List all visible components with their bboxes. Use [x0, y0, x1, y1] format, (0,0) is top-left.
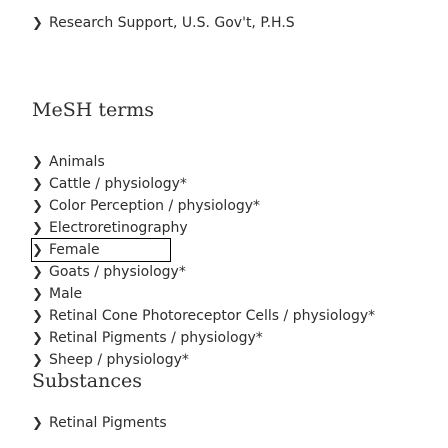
chevron-right-icon: ❯ — [32, 265, 43, 280]
chevron-right-icon: ❯ — [32, 416, 43, 431]
chevron-right-icon: ❯ — [32, 199, 43, 214]
chevron-right-icon: ❯ — [32, 155, 43, 170]
mesh-terms-heading: MeSH terms — [32, 99, 155, 121]
chevron-right-icon: ❯ — [32, 177, 43, 192]
publication-type-label: Research Support, U.S. Gov't, P.H.S — [49, 15, 295, 31]
chevron-right-icon: ❯ — [32, 309, 43, 324]
chevron-right-icon: ❯ — [32, 16, 43, 31]
publication-type-item[interactable]: ❯ Research Support, U.S. Gov't, P.H.S — [32, 15, 295, 31]
mesh-term-cattle[interactable]: ❯ Cattle / physiology* — [32, 173, 375, 195]
mesh-term-label: Male — [49, 286, 83, 302]
mesh-term-color-perception[interactable]: ❯ Color Perception / physiology* — [32, 195, 375, 217]
mesh-term-sheep[interactable]: ❯ Sheep / physiology* — [32, 349, 375, 371]
substances-heading: Substances — [32, 370, 143, 392]
chevron-right-icon: ❯ — [32, 331, 43, 346]
mesh-term-label: Goats / physiology* — [49, 264, 186, 280]
mesh-term-male[interactable]: ❯ Male — [32, 283, 375, 305]
mesh-terms-list: ❯ Animals ❯ Cattle / physiology* ❯ Color Pe… — [31, 151, 375, 371]
mesh-term-label: Cattle / physiology* — [49, 176, 187, 192]
substance-label: Retinal Pigments — [49, 415, 167, 431]
mesh-term-label: Sheep / physiology* — [49, 352, 189, 368]
mesh-term-label: Retinal Pigments / physiology* — [49, 330, 263, 346]
mesh-term-label: Retinal Cone Photoreceptor Cells / physi… — [49, 308, 376, 324]
chevron-right-icon: ❯ — [32, 353, 43, 368]
mesh-term-electroretinography[interactable]: ❯ Electroretinography — [32, 217, 375, 239]
mesh-term-label: Animals — [49, 154, 105, 170]
mesh-term-retinal-pigments[interactable]: ❯ Retinal Pigments / physiology* — [32, 327, 375, 349]
mesh-term-label: Electroretinography — [49, 220, 188, 236]
substance-retinal-pigments[interactable]: ❯ Retinal Pigments — [32, 412, 167, 434]
mesh-term-retinal-cone[interactable]: ❯ Retinal Cone Photoreceptor Cells / phys… — [32, 305, 375, 327]
mesh-term-female[interactable]: ❯ Female — [31, 238, 171, 262]
mesh-term-goats[interactable]: ❯ Goats / physiology* — [32, 261, 375, 283]
chevron-right-icon: ❯ — [32, 243, 43, 258]
chevron-right-icon: ❯ — [32, 287, 43, 302]
mesh-term-label: Color Perception / physiology* — [49, 198, 261, 214]
mesh-term-animals[interactable]: ❯ Animals — [32, 151, 375, 173]
mesh-term-label: Female — [49, 242, 100, 258]
chevron-right-icon: ❯ — [32, 221, 43, 236]
substances-list: ❯ Retinal Pigments — [32, 412, 167, 434]
